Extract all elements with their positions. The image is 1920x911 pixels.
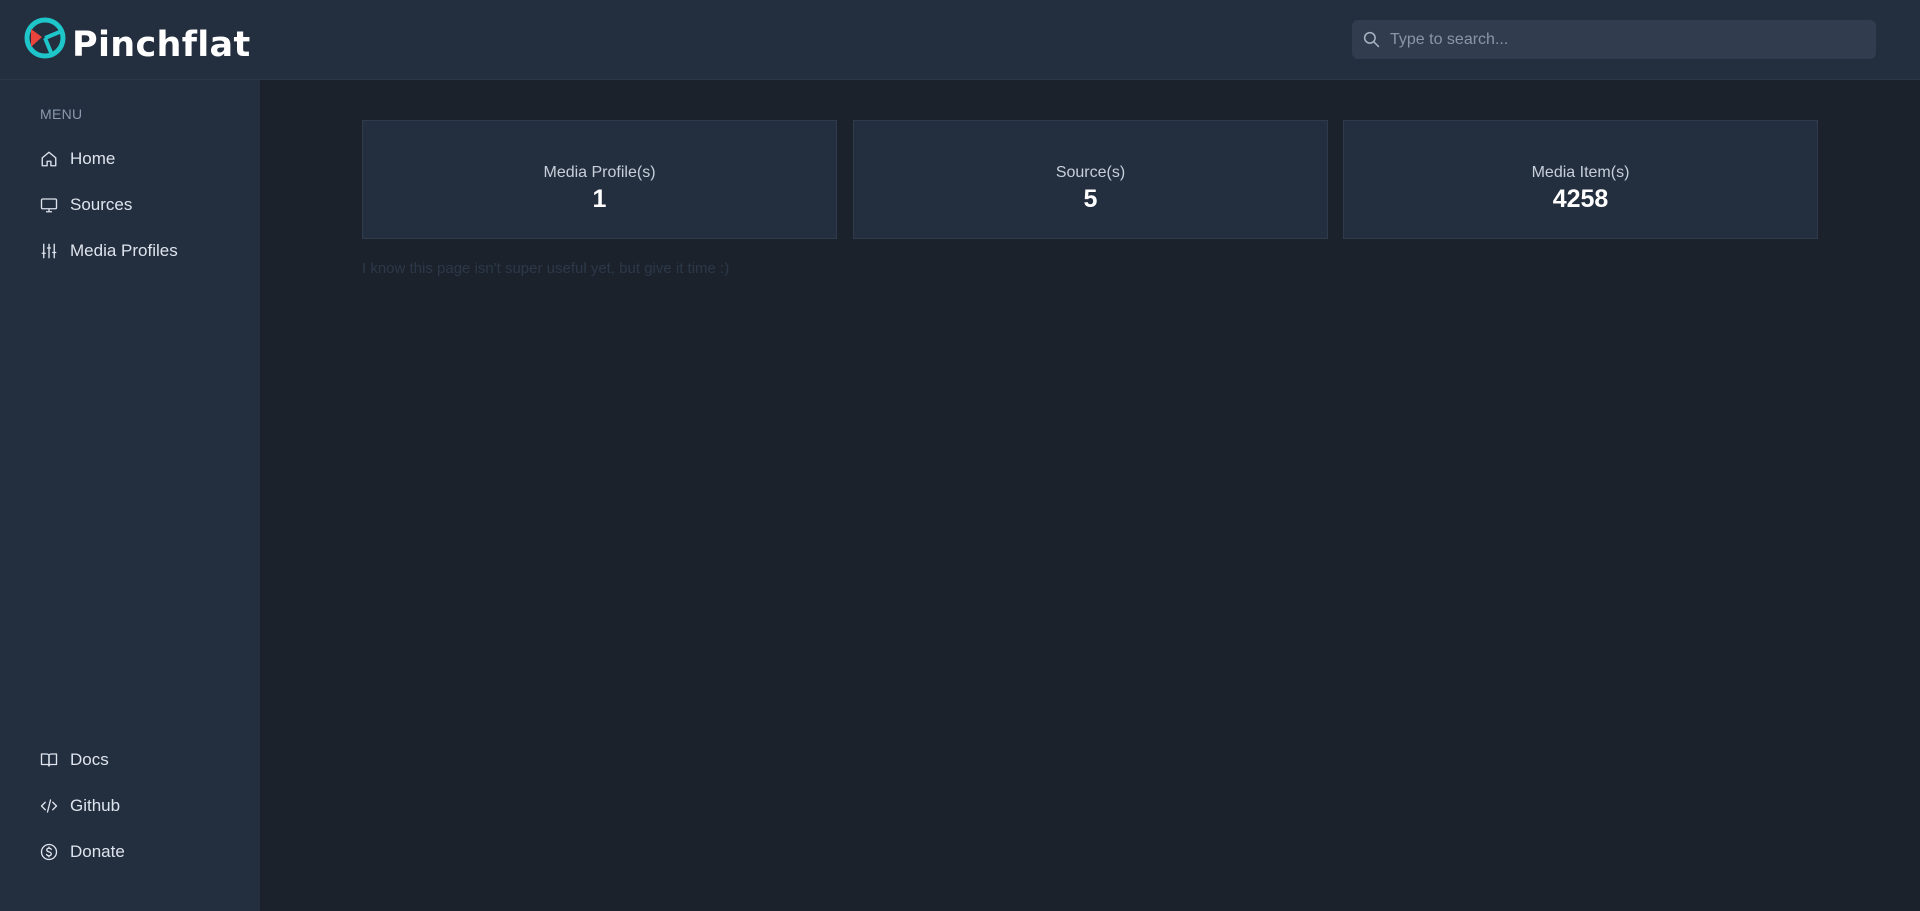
info-note: I know this page isn't super useful yet,… (362, 260, 730, 277)
logo[interactable]: Pinchflat (22, 15, 262, 59)
stat-value: 5 (1083, 185, 1098, 213)
monitor-icon (40, 198, 58, 213)
stat-value: 4258 (1552, 185, 1609, 213)
home-icon (41, 151, 57, 167)
code-icon (40, 799, 58, 813)
sidebar-item-label: Media Profiles (70, 241, 178, 260)
sidebar-item-home[interactable]: Home (26, 140, 236, 178)
dollar-icon (40, 843, 58, 861)
main-content: Media Profile(s) 1 Source(s) 5 Media Ite… (260, 80, 1920, 911)
sidebar-item-label: Sources (70, 195, 133, 214)
stat-label: Media Profile(s) (543, 164, 656, 181)
sidebar-item-sources[interactable]: Sources (26, 186, 236, 224)
app-name: Pinchflat (72, 25, 251, 59)
search-icon (1363, 31, 1380, 48)
sidebar-item-label: Docs (70, 750, 109, 769)
sidebar: MENU Home Sources Media Profiles Docs Gi… (0, 80, 260, 911)
sliders-icon (41, 243, 57, 259)
sidebar-item-media-profiles[interactable]: Media Profiles (26, 232, 236, 270)
top-bar: Pinchflat (0, 0, 1920, 80)
sidebar-item-donate[interactable]: Donate (26, 833, 236, 871)
menu-heading: MENU (40, 106, 83, 122)
sidebar-item-label: Donate (70, 842, 125, 861)
book-icon (40, 753, 58, 767)
stat-card-media-profiles: Media Profile(s) 1 (362, 120, 837, 239)
search-input[interactable] (1386, 20, 1866, 59)
sidebar-item-github[interactable]: Github (26, 787, 236, 825)
sidebar-item-docs[interactable]: Docs (26, 741, 236, 779)
sidebar-item-label: Home (70, 149, 116, 168)
stat-label: Media Item(s) (1531, 164, 1630, 181)
stat-card-media-items: Media Item(s) 4258 (1343, 120, 1818, 239)
stat-card-sources: Source(s) 5 (853, 120, 1328, 239)
sidebar-item-label: Github (70, 796, 121, 815)
search-box (1352, 20, 1876, 59)
stat-label: Source(s) (1055, 164, 1126, 181)
pinchflat-logo-icon (24, 17, 66, 59)
stat-value: 1 (592, 185, 607, 213)
